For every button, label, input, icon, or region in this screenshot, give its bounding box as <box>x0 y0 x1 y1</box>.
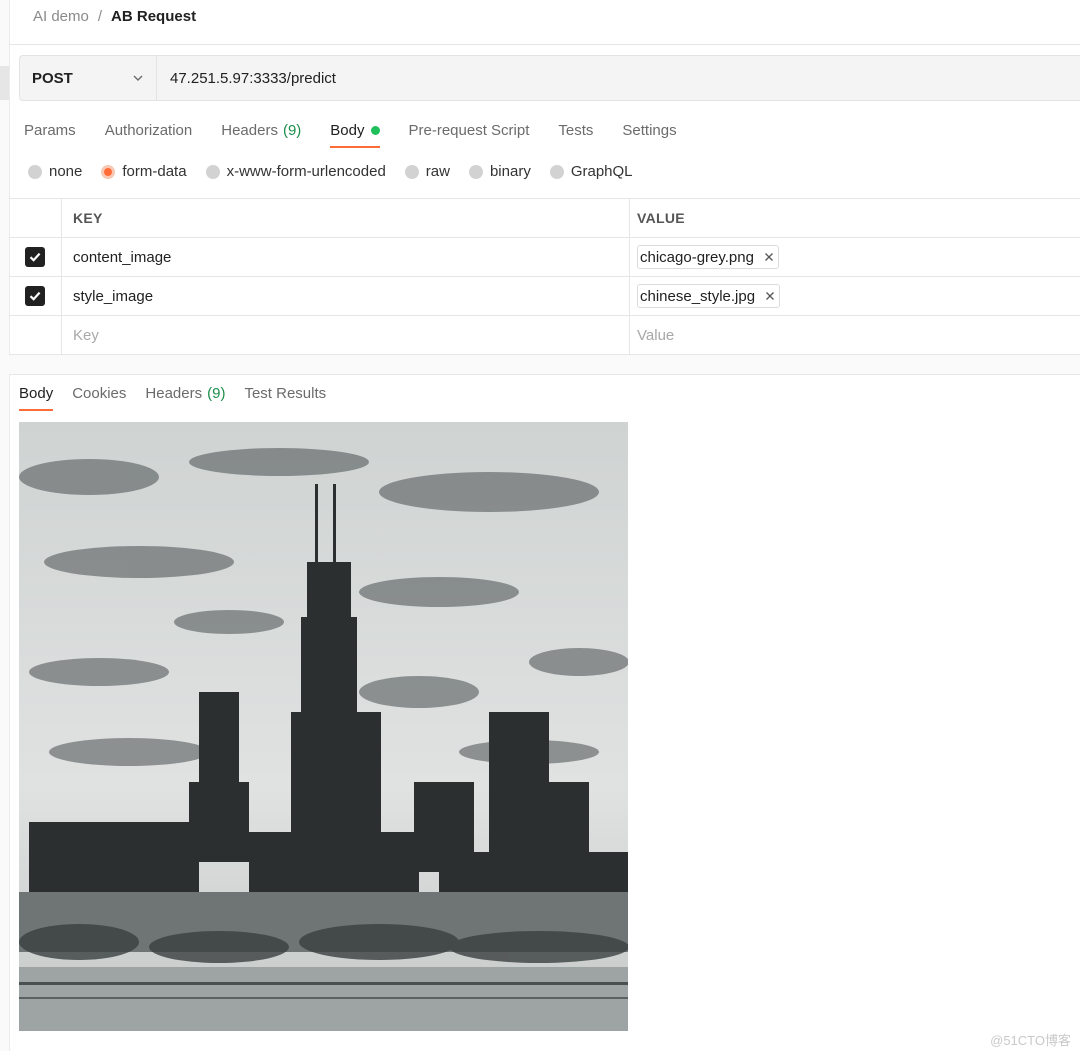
close-icon[interactable] <box>764 252 774 262</box>
radio-label: raw <box>425 163 450 180</box>
left-sidebar-edge <box>0 0 10 1051</box>
radio-raw[interactable]: raw <box>404 163 450 180</box>
column-header-key: KEY <box>62 199 630 237</box>
radio-icon <box>28 164 42 179</box>
file-name: chicago-grey.png <box>640 248 754 266</box>
response-tab-test-results[interactable]: Test Results <box>244 381 326 406</box>
request-bar: POST 47.251.5.97:3333/predict <box>19 55 1080 101</box>
check-cell <box>9 238 62 276</box>
tab-label: Pre-request Script <box>408 122 530 139</box>
radio-form-data[interactable]: form-data <box>101 163 187 180</box>
radio-x-www-form-urlencoded[interactable]: x-www-form-urlencoded <box>205 163 386 180</box>
key-cell[interactable]: style_image <box>62 277 630 315</box>
key-text: content_image <box>73 248 172 266</box>
tab-label: Body <box>330 122 365 139</box>
sidebar-active-marker <box>0 66 9 100</box>
close-icon[interactable] <box>765 291 775 301</box>
tab-params[interactable]: Params <box>24 118 76 143</box>
key-placeholder: Key <box>73 326 99 344</box>
tab-label: Params <box>24 122 76 139</box>
tab-label: Test Results <box>244 385 327 402</box>
radio-label: none <box>49 163 83 180</box>
tab-label: Cookies <box>72 385 127 402</box>
response-tabs: Body Cookies Headers (9) Test Results <box>19 381 345 411</box>
watermark: @51CTO博客 <box>990 1033 1071 1048</box>
tab-label: Body <box>19 385 54 402</box>
response-image <box>19 422 628 1031</box>
headers-count: (9) <box>207 385 226 402</box>
radio-label: form-data <box>122 163 187 180</box>
form-data-table: KEY VALUE content_image chicago-grey.png… <box>9 198 1080 355</box>
table-row: content_image chicago-grey.png <box>9 238 1080 277</box>
tab-body[interactable]: Body <box>330 118 380 148</box>
chevron-down-icon <box>133 75 143 81</box>
tab-label: Tests <box>558 122 594 139</box>
response-tab-body[interactable]: Body <box>19 381 54 411</box>
url-input[interactable]: 47.251.5.97:3333/predict <box>157 56 1080 100</box>
breadcrumb-separator: / <box>97 7 103 25</box>
row-checkbox[interactable] <box>25 286 45 306</box>
header-divider <box>9 44 1080 45</box>
radio-graphql[interactable]: GraphQL <box>549 163 633 180</box>
tab-label: Headers <box>145 385 203 402</box>
radio-label: binary <box>489 163 531 180</box>
breadcrumb-collection[interactable]: AI demo <box>33 8 89 25</box>
header-check-cell <box>9 199 62 237</box>
response-tab-headers[interactable]: Headers (9) <box>145 381 225 406</box>
radio-icon <box>549 164 564 179</box>
request-tabs: Params Authorization Headers (9) Body Pre… <box>24 118 706 152</box>
pane-resizer[interactable] <box>9 355 1080 375</box>
check-cell <box>9 277 62 315</box>
body-indicator-dot <box>370 126 380 135</box>
checkmark-icon <box>29 291 41 301</box>
value-cell[interactable]: chicago-grey.png <box>630 238 1080 276</box>
column-header-value: VALUE <box>637 210 685 226</box>
table-row: style_image chinese_style.jpg <box>9 277 1080 316</box>
tab-label: Headers <box>221 122 278 139</box>
key-cell[interactable]: content_image <box>62 238 630 276</box>
radio-icon <box>404 164 419 179</box>
value-cell[interactable]: chinese_style.jpg <box>630 277 1080 315</box>
key-input[interactable]: Key <box>62 316 630 354</box>
radio-selected-icon <box>101 164 116 179</box>
radio-label: x-www-form-urlencoded <box>226 163 386 180</box>
tab-settings[interactable]: Settings <box>622 118 676 143</box>
row-checkbox[interactable] <box>25 247 45 267</box>
tab-authorization[interactable]: Authorization <box>105 118 193 143</box>
tab-headers[interactable]: Headers (9) <box>221 118 301 143</box>
radio-icon <box>205 164 220 179</box>
file-chip: chicago-grey.png <box>637 245 779 269</box>
tab-pre-request-script[interactable]: Pre-request Script <box>409 118 530 143</box>
radio-binary[interactable]: binary <box>468 163 531 180</box>
request-name[interactable]: AB Request <box>111 8 196 25</box>
tab-label: Settings <box>622 122 677 139</box>
value-input[interactable]: Value <box>630 316 1080 354</box>
tab-tests[interactable]: Tests <box>558 118 593 143</box>
file-chip: chinese_style.jpg <box>637 284 781 308</box>
method-select[interactable]: POST <box>20 56 157 100</box>
radio-label: GraphQL <box>570 163 633 180</box>
table-row-empty: Key Value <box>9 316 1080 355</box>
radio-icon <box>468 164 483 179</box>
radio-none[interactable]: none <box>28 163 82 180</box>
checkmark-icon <box>29 252 41 262</box>
method-label: POST <box>32 69 73 87</box>
breadcrumb: AI demo / AB Request <box>33 6 196 26</box>
tab-label: Authorization <box>104 122 193 139</box>
check-cell <box>9 316 62 354</box>
key-text: style_image <box>73 287 154 305</box>
response-tab-cookies[interactable]: Cookies <box>72 381 126 406</box>
body-type-selector: none form-data x-www-form-urlencoded raw… <box>28 163 652 180</box>
table-header-row: KEY VALUE <box>9 199 1080 238</box>
value-placeholder: Value <box>637 326 675 344</box>
headers-count: (9) <box>282 122 302 139</box>
file-name: chinese_style.jpg <box>640 287 756 305</box>
